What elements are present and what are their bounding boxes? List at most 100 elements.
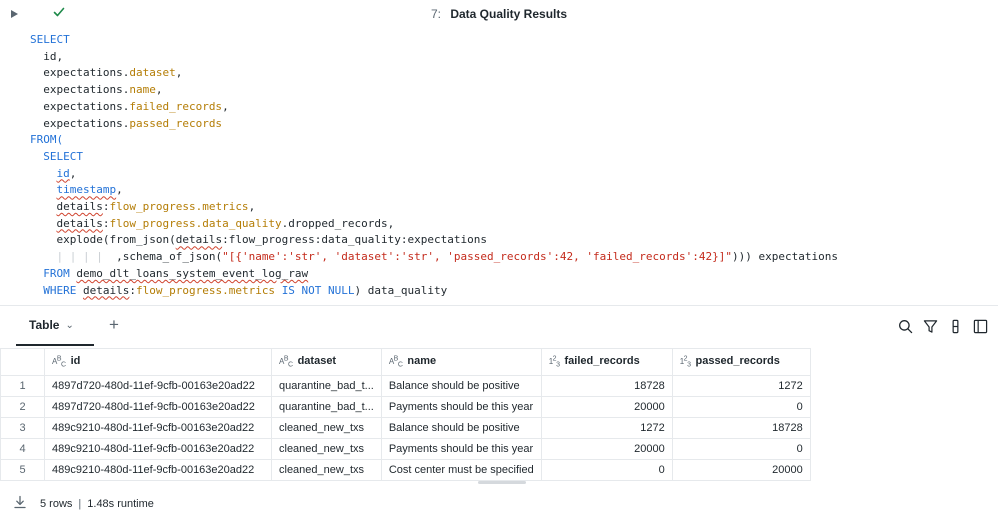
download-icon[interactable] (13, 495, 27, 509)
cell-title-text[interactable]: Data Quality Results (450, 7, 567, 21)
code-token: details (175, 233, 223, 247)
code-token: expectations. (43, 66, 130, 80)
table-cell-id[interactable]: 489c9210-480d-11ef-9cfb-00163e20ad22 (44, 417, 272, 439)
code-token: ) data_quality (354, 283, 448, 297)
table-cell-passed-records[interactable]: 1272 (671, 375, 811, 397)
column-header-id[interactable]: ABC id (44, 348, 272, 376)
table-cell-dataset[interactable]: cleaned_new_txs (271, 417, 382, 439)
row-number: 3 (0, 417, 45, 439)
table-cell-passed-records[interactable]: 20000 (671, 459, 811, 481)
column-header-label: failed_records (564, 355, 640, 368)
number-type-icon: 123 (679, 355, 691, 369)
column-header-label: passed_records (695, 355, 780, 368)
code-token: passed_records (129, 116, 223, 130)
results-toolbar (897, 318, 988, 334)
code-token: expectations. (43, 83, 130, 97)
string-type-icon: ABC (279, 355, 293, 369)
code-token: details (56, 216, 103, 230)
table-cell-id[interactable]: 4897d720-480d-11ef-9cfb-00163e20ad22 (44, 396, 272, 418)
code-token: ,schema_of_json( (116, 250, 223, 264)
code-token: dataset (129, 66, 176, 80)
code-token: ))) expectations (732, 250, 838, 264)
code-token: SELECT (30, 33, 70, 46)
add-visualization-button[interactable]: + (109, 316, 119, 334)
code-token: :flow_progress:data_quality:expectations (222, 233, 487, 247)
number-type-icon: 123 (548, 355, 560, 369)
column-header-label: dataset (297, 355, 337, 368)
table-cell-dataset[interactable]: quarantine_bad_t... (271, 396, 382, 418)
code-token: "[{'name':'str', 'dataset':'str', 'passe… (222, 250, 733, 264)
table-cell-id[interactable]: 489c9210-480d-11ef-9cfb-00163e20ad22 (44, 438, 272, 460)
table-cell-failed-records[interactable]: 20000 (540, 396, 673, 418)
table-cell-dataset[interactable]: cleaned_new_txs (271, 459, 382, 481)
tab-table[interactable]: Table ⌄ (16, 306, 94, 346)
results-footer: 5 rows | 1.48s runtime (0, 494, 998, 514)
code-token: FROM( (30, 133, 64, 147)
results-tabbar: Table ⌄ + (0, 306, 998, 346)
code-token: WHERE (43, 283, 77, 297)
table-cell-name[interactable]: Balance should be positive (380, 375, 542, 397)
horizontal-scrollbar[interactable] (478, 481, 526, 484)
table-cell-name[interactable]: Payments should be this year (380, 438, 542, 460)
row-number-header (0, 348, 45, 376)
string-type-icon: ABC (52, 355, 66, 369)
code-token: details (56, 200, 103, 214)
result-stats: 5 rows | 1.48s runtime (40, 498, 154, 510)
table-cell-failed-records[interactable]: 1272 (540, 417, 673, 439)
code-token: flow_progress.metrics (135, 283, 276, 297)
row-number: 2 (0, 396, 45, 418)
code-token: failed_records (129, 99, 223, 113)
results-table-container: ABC id ABC dataset ABC name 123 failed_recor… (0, 348, 811, 481)
runtime: 1.48s runtime (87, 498, 154, 510)
chevron-down-icon[interactable]: ⌄ (65, 320, 73, 331)
table-cell-failed-records[interactable]: 0 (540, 459, 673, 481)
table-cell-passed-records[interactable]: 0 (671, 396, 811, 418)
tab-table-label: Table (29, 318, 60, 332)
code-token: .dropped_records, (281, 216, 395, 230)
column-header-passed-records[interactable]: 123 passed_records (671, 348, 811, 376)
table-row: 4 489c9210-480d-11ef-9cfb-00163e20ad22 c… (0, 438, 811, 460)
table-cell-dataset[interactable]: cleaned_new_txs (271, 438, 382, 460)
column-header-failed-records[interactable]: 123 failed_records (540, 348, 673, 376)
search-icon[interactable] (897, 318, 913, 334)
row-count: 5 rows (40, 498, 73, 510)
filter-icon[interactable] (922, 318, 938, 334)
code-token: id, (43, 49, 64, 63)
table-row: 2 4897d720-480d-11ef-9cfb-00163e20ad22 q… (0, 396, 811, 418)
sql-code-editor[interactable]: SELECT id, expectations.dataset, expecta… (30, 32, 838, 299)
code-token: FROM (43, 266, 70, 280)
side-panel-icon[interactable] (972, 318, 988, 334)
cell-number: 7: (430, 7, 441, 21)
table-row: 5 489c9210-480d-11ef-9cfb-00163e20ad22 c… (0, 459, 811, 481)
column-header-dataset[interactable]: ABC dataset (271, 348, 382, 376)
column-header-name[interactable]: ABC name (380, 348, 542, 376)
row-number: 5 (0, 459, 45, 481)
code-token: IS NOT NULL (281, 283, 355, 297)
code-token: SELECT (43, 149, 83, 163)
code-token: flow_progress.metrics (109, 200, 249, 214)
table-cell-passed-records[interactable]: 18728 (671, 417, 811, 439)
table-cell-dataset[interactable]: quarantine_bad_t... (271, 375, 382, 397)
table-row: 3 489c9210-480d-11ef-9cfb-00163e20ad22 c… (0, 417, 811, 439)
cell-title: 7: Data Quality Results (0, 7, 998, 21)
table-cell-name[interactable]: Payments should be this year (380, 396, 542, 418)
table-cell-id[interactable]: 4897d720-480d-11ef-9cfb-00163e20ad22 (44, 375, 272, 397)
table-cell-name[interactable]: Cost center must be specified (380, 459, 542, 481)
column-settings-icon[interactable] (947, 318, 963, 334)
code-token: timestamp (56, 183, 117, 197)
table-cell-name[interactable]: Balance should be positive (380, 417, 542, 439)
table-cell-passed-records[interactable]: 0 (671, 438, 811, 460)
code-token: expectations. (43, 99, 130, 113)
table-row: 1 4897d720-480d-11ef-9cfb-00163e20ad22 q… (0, 375, 811, 397)
table-cell-id[interactable]: 489c9210-480d-11ef-9cfb-00163e20ad22 (44, 459, 272, 481)
stats-separator: | (78, 498, 82, 510)
table-cell-failed-records[interactable]: 18728 (540, 375, 673, 397)
column-header-label: name (407, 355, 437, 368)
code-token: name (129, 83, 156, 97)
cell-header: 7: Data Quality Results (0, 0, 998, 30)
code-token: explode(from_json( (56, 233, 176, 247)
code-token: flow_progress.data_quality (109, 216, 282, 230)
table-cell-failed-records[interactable]: 20000 (540, 438, 673, 460)
row-number: 1 (0, 375, 45, 397)
results-table: ABC id ABC dataset ABC name 123 failed_recor… (0, 348, 811, 481)
